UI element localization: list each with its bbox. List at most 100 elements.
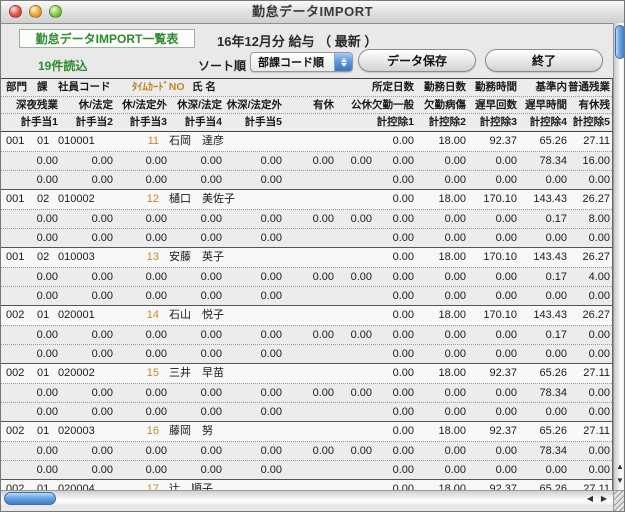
cell-value: 0.00 [92, 442, 113, 461]
col-work-hours: 勤務時間 [475, 79, 517, 96]
cell-value: 0.00 [92, 210, 113, 229]
col-standard: 基準内 [536, 79, 568, 96]
cell-value: 0.00 [201, 461, 222, 480]
cell-value: 143.43 [533, 248, 567, 267]
vertical-scrollbar[interactable]: ▲ ▼ [613, 23, 625, 490]
cell-value: 26.27 [582, 190, 610, 209]
cell-employee-code: 020001 [58, 306, 95, 325]
cell-value: 0.00 [146, 268, 167, 287]
cell-employee-code: 010002 [58, 190, 95, 209]
cell-value: 170.10 [483, 190, 517, 209]
cell-name: 辻 順子 [169, 480, 213, 490]
scroll-down-arrow[interactable]: ▼ [614, 474, 625, 488]
cell-value: 0.00 [146, 152, 167, 171]
col-scheduled-days: 所定日数 [372, 79, 414, 96]
col-allowance-3: 計手当3 [130, 114, 167, 131]
cell-value: 0.00 [589, 461, 610, 480]
cell-value: 0.00 [92, 461, 113, 480]
cell-value: 0.00 [37, 210, 58, 229]
zoom-button[interactable] [49, 5, 62, 18]
table-record[interactable]: 0010101000111石岡 達彦0.0018.0092.3765.2627.… [1, 132, 612, 190]
window-titlebar[interactable]: 勤怠データIMPORT [1, 1, 624, 24]
cell-value: 0.00 [261, 461, 282, 480]
cell-value: 0.00 [546, 171, 567, 190]
cell-dept: 002 [6, 422, 24, 441]
record-row: 0.000.000.000.000.000.000.000.000.000.00… [1, 209, 612, 228]
cell-value: 0.00 [445, 442, 466, 461]
cell-value: 0.00 [393, 268, 414, 287]
cell-value: 0.00 [393, 171, 414, 190]
cell-dept: 002 [6, 364, 24, 383]
cell-value: 92.37 [489, 364, 517, 383]
save-data-button[interactable]: データ保存 [358, 49, 476, 72]
cell-value: 0.00 [496, 229, 517, 248]
cell-value: 0.00 [92, 326, 113, 345]
cell-timecard-no: 13 [147, 248, 159, 267]
header-row-2: 深夜残業 休/法定 休/法定外 休深/法定 休深/法定外 有休 公休 欠勤一般 … [1, 96, 612, 113]
window-title: 勤怠データIMPORT [1, 1, 624, 22]
table-record[interactable]: 0020102000114石山 悦子0.0018.00170.10143.432… [1, 306, 612, 364]
table-record[interactable]: 0020102000215三井 早苗0.0018.0092.3765.2627.… [1, 364, 612, 422]
stepper-down-icon [341, 63, 347, 67]
record-row: 0.000.000.000.000.000.000.000.000.000.00… [1, 441, 612, 460]
cell-value: 0.00 [445, 461, 466, 480]
col-section: 課 [37, 79, 48, 96]
col-deduction-5: 計控除5 [573, 114, 610, 131]
cell-name: 樋口 美佐子 [169, 190, 235, 209]
cell-value: 0.00 [589, 287, 610, 306]
record-row: 0.000.000.000.000.000.000.000.000.000.00 [1, 286, 612, 305]
cell-value: 0.00 [201, 287, 222, 306]
cell-value: 170.10 [483, 306, 517, 325]
cell-value: 0.00 [496, 171, 517, 190]
cell-value: 0.00 [445, 171, 466, 190]
scroll-left-arrow[interactable]: ◀ [583, 491, 597, 507]
resize-grip[interactable] [613, 490, 625, 512]
table-record[interactable]: 0020102000417辻 順子0.0018.0092.3765.2627.1… [1, 480, 612, 490]
cell-value: 78.34 [539, 152, 567, 171]
cell-value: 0.00 [37, 345, 58, 364]
table-body: 0010101000111石岡 達彦0.0018.0092.3765.2627.… [1, 132, 612, 490]
horizontal-scrollbar-thumb[interactable] [4, 492, 56, 505]
cell-value: 0.00 [261, 442, 282, 461]
cell-value: 65.26 [539, 364, 567, 383]
record-row: 0010201000212樋口 美佐子0.0018.00170.10143.43… [1, 190, 612, 209]
cell-value: 0.00 [496, 268, 517, 287]
cell-value: 0.00 [496, 287, 517, 306]
cell-value: 0.00 [261, 384, 282, 403]
close-button[interactable] [9, 5, 22, 18]
popup-stepper-icon [334, 53, 352, 71]
sort-order-select[interactable]: 部課コード順 [250, 52, 353, 72]
table-record[interactable]: 0010201000313安藤 英子0.0018.00170.10143.432… [1, 248, 612, 306]
horizontal-scrollbar[interactable]: ◀ ▶ [1, 490, 613, 507]
cell-value: 0.00 [445, 326, 466, 345]
col-dept: 部門 [6, 79, 27, 96]
scroll-up-arrow[interactable]: ▲ [614, 460, 625, 474]
cell-value: 0.00 [37, 403, 58, 422]
cell-value: 0.00 [313, 210, 334, 229]
table-record[interactable]: 0020102000316藤岡 努0.0018.0092.3765.2627.1… [1, 422, 612, 480]
cell-value: 0.00 [496, 210, 517, 229]
cell-value: 0.00 [146, 442, 167, 461]
col-work-days: 勤務日数 [424, 79, 466, 96]
cell-timecard-no: 12 [147, 190, 159, 209]
scroll-right-arrow[interactable]: ▶ [597, 491, 611, 507]
cell-value: 0.00 [37, 152, 58, 171]
import-table: 部門 課 社員コード ﾀｲﾑｶｰﾄﾞNO 氏 名 所定日数 勤務日数 勤務時間 … [1, 78, 613, 490]
cell-value: 0.00 [589, 345, 610, 364]
quit-button[interactable]: 終了 [485, 49, 603, 72]
col-allowance-1: 計手当1 [21, 114, 58, 131]
cell-value: 0.00 [146, 345, 167, 364]
cell-value: 0.00 [589, 171, 610, 190]
cell-value: 0.00 [37, 171, 58, 190]
cell-value: 0.00 [146, 403, 167, 422]
table-record[interactable]: 0010201000212樋口 美佐子0.0018.00170.10143.43… [1, 190, 612, 248]
vertical-scrollbar-thumb[interactable] [615, 25, 625, 59]
cell-value: 0.00 [351, 268, 372, 287]
cell-value: 0.00 [201, 345, 222, 364]
cell-value: 0.00 [445, 287, 466, 306]
cell-value: 0.00 [393, 210, 414, 229]
minimize-button[interactable] [29, 5, 42, 18]
cell-value: 0.17 [546, 210, 567, 229]
cell-value: 0.00 [261, 152, 282, 171]
cell-value: 0.00 [261, 287, 282, 306]
